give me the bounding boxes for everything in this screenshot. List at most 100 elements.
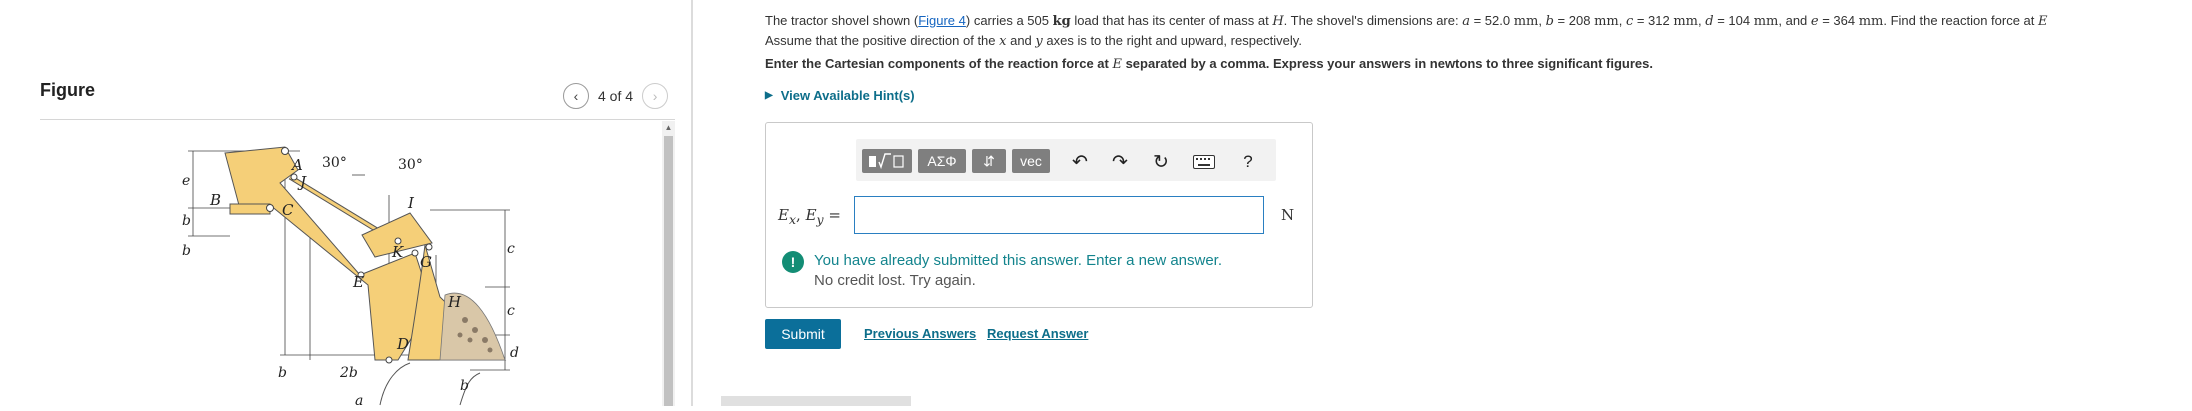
tractor-shovel-figure: A B C J E I K G H D 30° 30° e b b b 2b b… [170, 135, 540, 409]
d-unit: mm [1753, 14, 1779, 29]
figure-panel: Figure ‹ 4 of 4 › A B C J E I K G H D 30… [0, 0, 693, 409]
template-icon-glyph [869, 153, 904, 170]
b-unit: mm [1594, 14, 1619, 29]
label-angle2: 30° [398, 157, 423, 173]
problem-text-segment: ) carries a 505 [965, 13, 1053, 28]
label-dim-a: a [355, 393, 363, 406]
figure-scrollbar[interactable]: ▲ [662, 121, 675, 406]
problem-text-segment: . The shovel's dimensions are: [1283, 13, 1463, 28]
label-eq: = [823, 206, 841, 224]
problem-text-segment: and [1006, 33, 1036, 48]
tractor-shovel-diagram: A B C J E I K G H D 30° 30° e b b b 2b b… [182, 146, 519, 409]
instruction-segment: separated by a comma. Express your answe… [1121, 56, 1653, 71]
label-dim-b3: b [278, 365, 287, 381]
var-d: d [1705, 14, 1714, 29]
var-b: b [1545, 14, 1554, 29]
label-dim-b2: b [182, 243, 191, 259]
label-G: G [420, 253, 432, 271]
label-E: E [778, 206, 789, 224]
problem-panel: The tractor shovel shown (Figure 4) carr… [721, 0, 2192, 406]
arrows-button[interactable]: ⇵ [972, 149, 1006, 173]
bottom-bar-fragment [721, 396, 911, 406]
label-C: C [282, 201, 294, 219]
c-unit: mm [1673, 14, 1699, 29]
label-dim-d: d [510, 345, 519, 361]
problem-text-segment: . Find the reaction force at [1883, 13, 2039, 28]
problem-text-segment: The tractor shovel shown ( [765, 13, 919, 28]
keyboard-icon-glyph [1193, 155, 1215, 169]
pager-text: 4 of 4 [598, 88, 634, 104]
label-dim-e: e [182, 173, 190, 189]
greek-symbols-button[interactable]: ΑΣΦ [918, 149, 966, 173]
var-y: y [1035, 34, 1043, 49]
chevron-left-icon[interactable]: ‹ [563, 83, 589, 109]
figure-link[interactable]: Figure 4 [918, 13, 966, 28]
keyboard-icon[interactable] [1190, 151, 1218, 173]
help-button[interactable]: ? [1236, 151, 1260, 173]
template-icon[interactable] [862, 149, 912, 173]
var-e: e [1810, 14, 1819, 29]
answer-label: Ex, Ey = [778, 206, 841, 227]
request-answer-link[interactable]: Request Answer [987, 326, 1088, 341]
and-text: , and [1778, 13, 1811, 28]
instruction-point-E: E [1112, 57, 1122, 72]
label-K: K [391, 243, 404, 261]
problem-text-segment: Assume that the positive direction of th… [765, 33, 1000, 48]
undo-icon[interactable]: ↶ [1068, 151, 1092, 173]
unit-label: N [1281, 206, 1295, 224]
label-D: D [396, 335, 409, 353]
answer-box: ΑΣΦ ⇵ vec ↶ ↷ ↻ ? Ex, Ey = N ! You have … [765, 122, 1313, 308]
label-E: E [805, 206, 817, 224]
label-dim-b4: b [460, 378, 469, 394]
label-dim-c1: c [507, 241, 515, 257]
pane-divider[interactable] [691, 0, 693, 406]
figure-divider [40, 119, 675, 120]
reset-icon[interactable]: ↻ [1149, 151, 1173, 173]
instruction-text: Enter the Cartesian components of the re… [765, 56, 1653, 72]
problem-text-segment: axes is to the right and upward, respect… [1042, 33, 1302, 48]
label-angle1: 30° [322, 155, 347, 171]
chevron-right-icon[interactable]: › [642, 83, 669, 109]
submit-button[interactable]: Submit [765, 319, 841, 349]
label-E: E [352, 273, 364, 291]
feedback-subtext: No credit lost. Try again. [814, 272, 976, 289]
mass-unit: kg [1052, 14, 1071, 29]
scroll-up-icon[interactable]: ▲ [662, 121, 675, 134]
label-dim-2b: 2b [339, 365, 358, 381]
math-toolbar: ΑΣΦ ⇵ vec ↶ ↷ ↻ ? [856, 139, 1276, 181]
var-a: a [1462, 14, 1470, 29]
label-A: A [290, 156, 303, 174]
b-value: = 208 [1553, 13, 1595, 28]
point-H: H [1272, 14, 1284, 29]
scroll-thumb[interactable] [664, 136, 673, 406]
problem-text-segment: load that has its center of mass at [1070, 13, 1273, 28]
redo-icon[interactable]: ↷ [1108, 151, 1132, 173]
problem-statement: The tractor shovel shown (Figure 4) carr… [765, 13, 2048, 49]
e-unit: mm [1858, 14, 1884, 29]
a-value: = 52.0 [1469, 13, 1514, 28]
label-x-sub: x [788, 212, 797, 227]
alert-icon: ! [782, 251, 804, 273]
vec-button[interactable]: vec [1012, 149, 1050, 173]
figure-pager: ‹ 4 of 4 › [563, 83, 669, 109]
label-B: B [209, 191, 221, 209]
label-H: H [447, 293, 462, 311]
point-E: E [2038, 14, 2048, 29]
a-unit: mm [1513, 14, 1539, 29]
figure-title: Figure [40, 80, 96, 100]
label-dim-c2: c [507, 303, 515, 319]
label-I: I [407, 194, 415, 212]
feedback-message: You have already submitted this answer. … [814, 252, 1223, 269]
previous-answers-link[interactable]: Previous Answers [864, 326, 976, 341]
hints-label: View Available Hint(s) [780, 88, 915, 103]
label-dim-b1: b [182, 213, 191, 229]
c-value: = 312 [1633, 13, 1674, 28]
label-y-sub: y [816, 212, 824, 227]
label-sep: , [796, 206, 806, 224]
view-hints-toggle[interactable]: ▶ View Available Hint(s) [765, 88, 915, 103]
caret-right-icon: ▶ [765, 90, 773, 101]
d-value: = 104 [1713, 13, 1754, 28]
e-value: = 364 [1818, 13, 1859, 28]
instruction-segment: Enter the Cartesian components of the re… [765, 56, 1113, 71]
answer-input[interactable] [854, 196, 1264, 234]
